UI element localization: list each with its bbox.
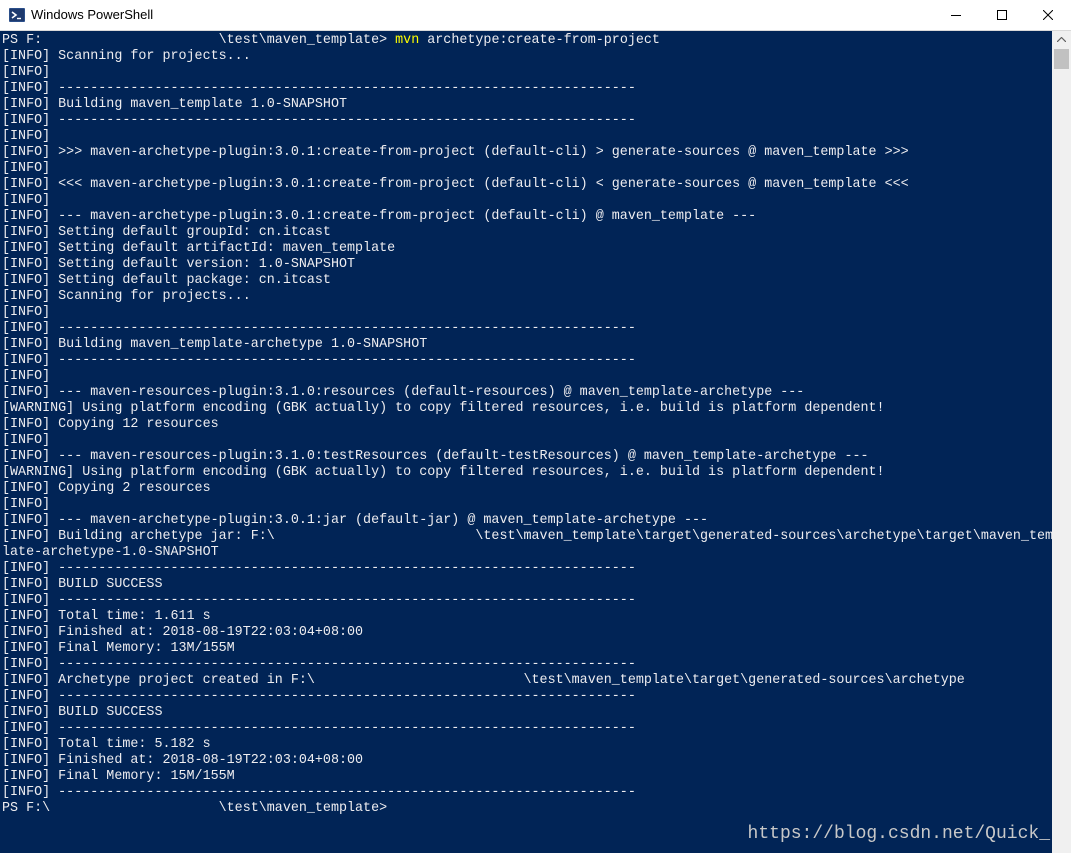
console-line: [INFO] Copying 2 resources — [2, 480, 211, 496]
console-line: [INFO] Setting default artifactId: maven… — [2, 240, 396, 256]
maximize-icon — [997, 10, 1007, 20]
minimize-button[interactable] — [933, 0, 979, 30]
console-line: [INFO] Total time: 5.182 s — [2, 736, 211, 752]
console-line: [INFO] ---------------------------------… — [2, 720, 636, 736]
console-line: [INFO] Total time: 1.611 s — [2, 608, 211, 624]
console-line: [WARNING] Using platform encoding (GBK a… — [2, 400, 885, 416]
console-line: [INFO] — [2, 432, 51, 448]
console-line: [INFO] Setting default package: cn.itcas… — [2, 272, 331, 288]
command-keyword: mvn — [395, 32, 420, 48]
console-line: [INFO] Scanning for projects... — [2, 288, 251, 304]
console-line: [INFO] ---------------------------------… — [2, 688, 636, 704]
console-line: late-archetype-1.0-SNAPSHOT — [2, 544, 219, 560]
console-line: [INFO] --- maven-resources-plugin:3.1.0:… — [2, 448, 869, 464]
console-line: [WARNING] Using platform encoding (GBK a… — [2, 464, 885, 480]
console-line: [INFO] --- maven-archetype-plugin:3.0.1:… — [2, 208, 757, 224]
console-line: [INFO] Finished at: 2018-08-19T22:03:04+… — [2, 624, 364, 640]
close-icon — [1043, 10, 1053, 20]
console-line: [INFO] Building archetype jar: F:\ \test… — [2, 528, 1052, 544]
console-line: [INFO] Setting default version: 1.0-SNAP… — [2, 256, 356, 272]
vertical-scrollbar[interactable] — [1052, 31, 1071, 853]
console-line: [INFO] — [2, 64, 51, 80]
console-line: [INFO] — [2, 128, 51, 144]
command-args: archetype:create-from-project — [419, 32, 660, 48]
console-line: [INFO] — [2, 368, 51, 384]
console-line: [INFO] Building maven_template 1.0-SNAPS… — [2, 96, 348, 112]
console-line: [INFO] Final Memory: 15M/155M — [2, 768, 235, 784]
console-line: [INFO] ---------------------------------… — [2, 320, 636, 336]
console-line: [INFO] BUILD SUCCESS — [2, 576, 163, 592]
console-line: [INFO] >>> maven-archetype-plugin:3.0.1:… — [2, 144, 909, 160]
console-line: [INFO] ---------------------------------… — [2, 80, 636, 96]
console-line: [INFO] ---------------------------------… — [2, 656, 636, 672]
powershell-window: Windows PowerShell PS F: \test\maven_tem… — [0, 0, 1071, 853]
scroll-thumb[interactable] — [1054, 49, 1069, 69]
console-line: [INFO] Final Memory: 13M/155M — [2, 640, 235, 656]
console-line: [INFO] — [2, 192, 51, 208]
command-prompt: PS F: \test\maven_template> — [2, 32, 396, 48]
console-line: [INFO] ---------------------------------… — [2, 560, 636, 576]
window-title: Windows PowerShell — [31, 7, 154, 22]
console-line: [INFO] Scanning for projects... — [2, 48, 251, 64]
console-line: [INFO] <<< maven-archetype-plugin:3.0.1:… — [2, 176, 909, 192]
console-line: [INFO] Archetype project created in F:\ … — [2, 672, 965, 688]
powershell-icon — [9, 8, 25, 22]
console-line: [INFO] Setting default groupId: cn.itcas… — [2, 224, 331, 240]
console-line: PS F:\ \test\maven_template> — [2, 800, 388, 816]
title-bar[interactable]: Windows PowerShell — [0, 0, 1071, 31]
console-output[interactable]: PS F: \test\maven_template> mvn archetyp… — [0, 31, 1052, 853]
console-line: [INFO] BUILD SUCCESS — [2, 704, 163, 720]
console-line: [INFO] ---------------------------------… — [2, 352, 636, 368]
close-button[interactable] — [1025, 0, 1071, 30]
console-line: [INFO] Building maven_template-archetype… — [2, 336, 428, 352]
scroll-up-button[interactable] — [1052, 31, 1071, 48]
console-line: [INFO] — [2, 160, 51, 176]
console-line: [INFO] — [2, 496, 51, 512]
console-line: [INFO] Finished at: 2018-08-19T22:03:04+… — [2, 752, 364, 768]
minimize-icon — [951, 15, 961, 16]
console-line: [INFO] ---------------------------------… — [2, 784, 636, 800]
console-line: [INFO] ---------------------------------… — [2, 112, 636, 128]
console-line: [INFO] --- maven-archetype-plugin:3.0.1:… — [2, 512, 709, 528]
console-line: [INFO] — [2, 304, 51, 320]
console-line: [INFO] --- maven-resources-plugin:3.1.0:… — [2, 384, 805, 400]
console-line: [INFO] ---------------------------------… — [2, 592, 636, 608]
console-line: [INFO] Copying 12 resources — [2, 416, 219, 432]
chevron-up-icon — [1057, 37, 1066, 42]
watermark: https://blog.csdn.net/Quick_ — [747, 824, 1050, 844]
command-line: PS F: \test\maven_template> mvn archetyp… — [2, 32, 660, 48]
maximize-button[interactable] — [979, 0, 1025, 30]
